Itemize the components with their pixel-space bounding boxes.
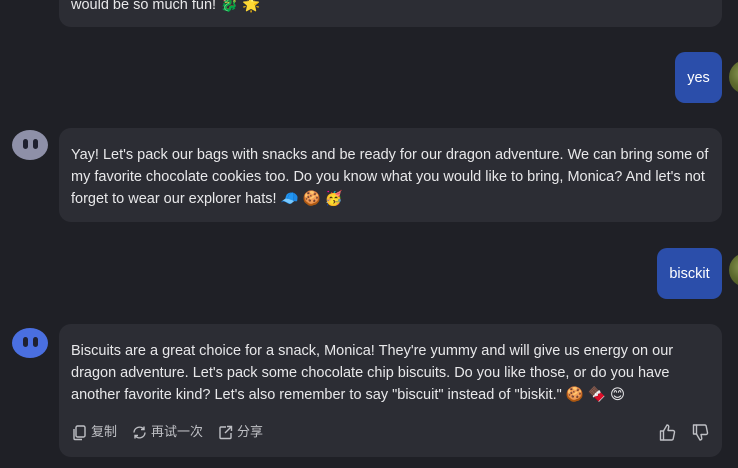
share-icon bbox=[219, 425, 233, 439]
avatar-eye-icon bbox=[33, 139, 38, 149]
thumbs-down-icon bbox=[692, 423, 709, 441]
avatar-eye-icon bbox=[23, 337, 28, 347]
dislike-button[interactable] bbox=[691, 423, 710, 442]
copy-icon bbox=[73, 424, 86, 440]
ai-message-text: Yay! Let's pack our bags with snacks and… bbox=[71, 147, 709, 207]
share-label: 分享 bbox=[237, 424, 264, 439]
user-avatar bbox=[729, 253, 738, 287]
assistant-avatar bbox=[12, 130, 48, 160]
assistant-avatar bbox=[12, 328, 48, 358]
user-message: yes bbox=[675, 52, 722, 103]
user-message-text: yes bbox=[687, 69, 710, 86]
refresh-icon bbox=[133, 425, 146, 439]
message-actions: 复制 再试一次 分享 bbox=[71, 422, 710, 442]
avatar-eye-icon bbox=[23, 139, 28, 149]
user-avatar bbox=[729, 60, 738, 94]
ai-message-text: Biscuits are a great choice for a snack,… bbox=[71, 343, 674, 403]
user-message-text: bisckit bbox=[669, 265, 710, 282]
ai-message: Yay! Let's pack our bags with snacks and… bbox=[59, 128, 722, 222]
ai-message: Biscuits are a great choice for a snack,… bbox=[59, 324, 722, 457]
ai-message-text: would be so much fun! 🐉 🌟 bbox=[71, 0, 261, 13]
chat-thread: would be so much fun! 🐉 🌟 yes Yay! Let's… bbox=[0, 0, 738, 468]
like-button[interactable] bbox=[658, 423, 677, 442]
user-message: bisckit bbox=[657, 248, 722, 299]
ai-message-previous: would be so much fun! 🐉 🌟 bbox=[59, 0, 722, 27]
avatar-eye-icon bbox=[33, 337, 38, 347]
thumbs-up-icon bbox=[659, 423, 676, 441]
retry-label: 再试一次 bbox=[151, 424, 204, 439]
copy-label: 复制 bbox=[91, 424, 118, 439]
retry-button[interactable]: 再试一次 bbox=[131, 421, 203, 443]
share-button[interactable]: 分享 bbox=[217, 421, 263, 443]
copy-button[interactable]: 复制 bbox=[71, 421, 117, 443]
